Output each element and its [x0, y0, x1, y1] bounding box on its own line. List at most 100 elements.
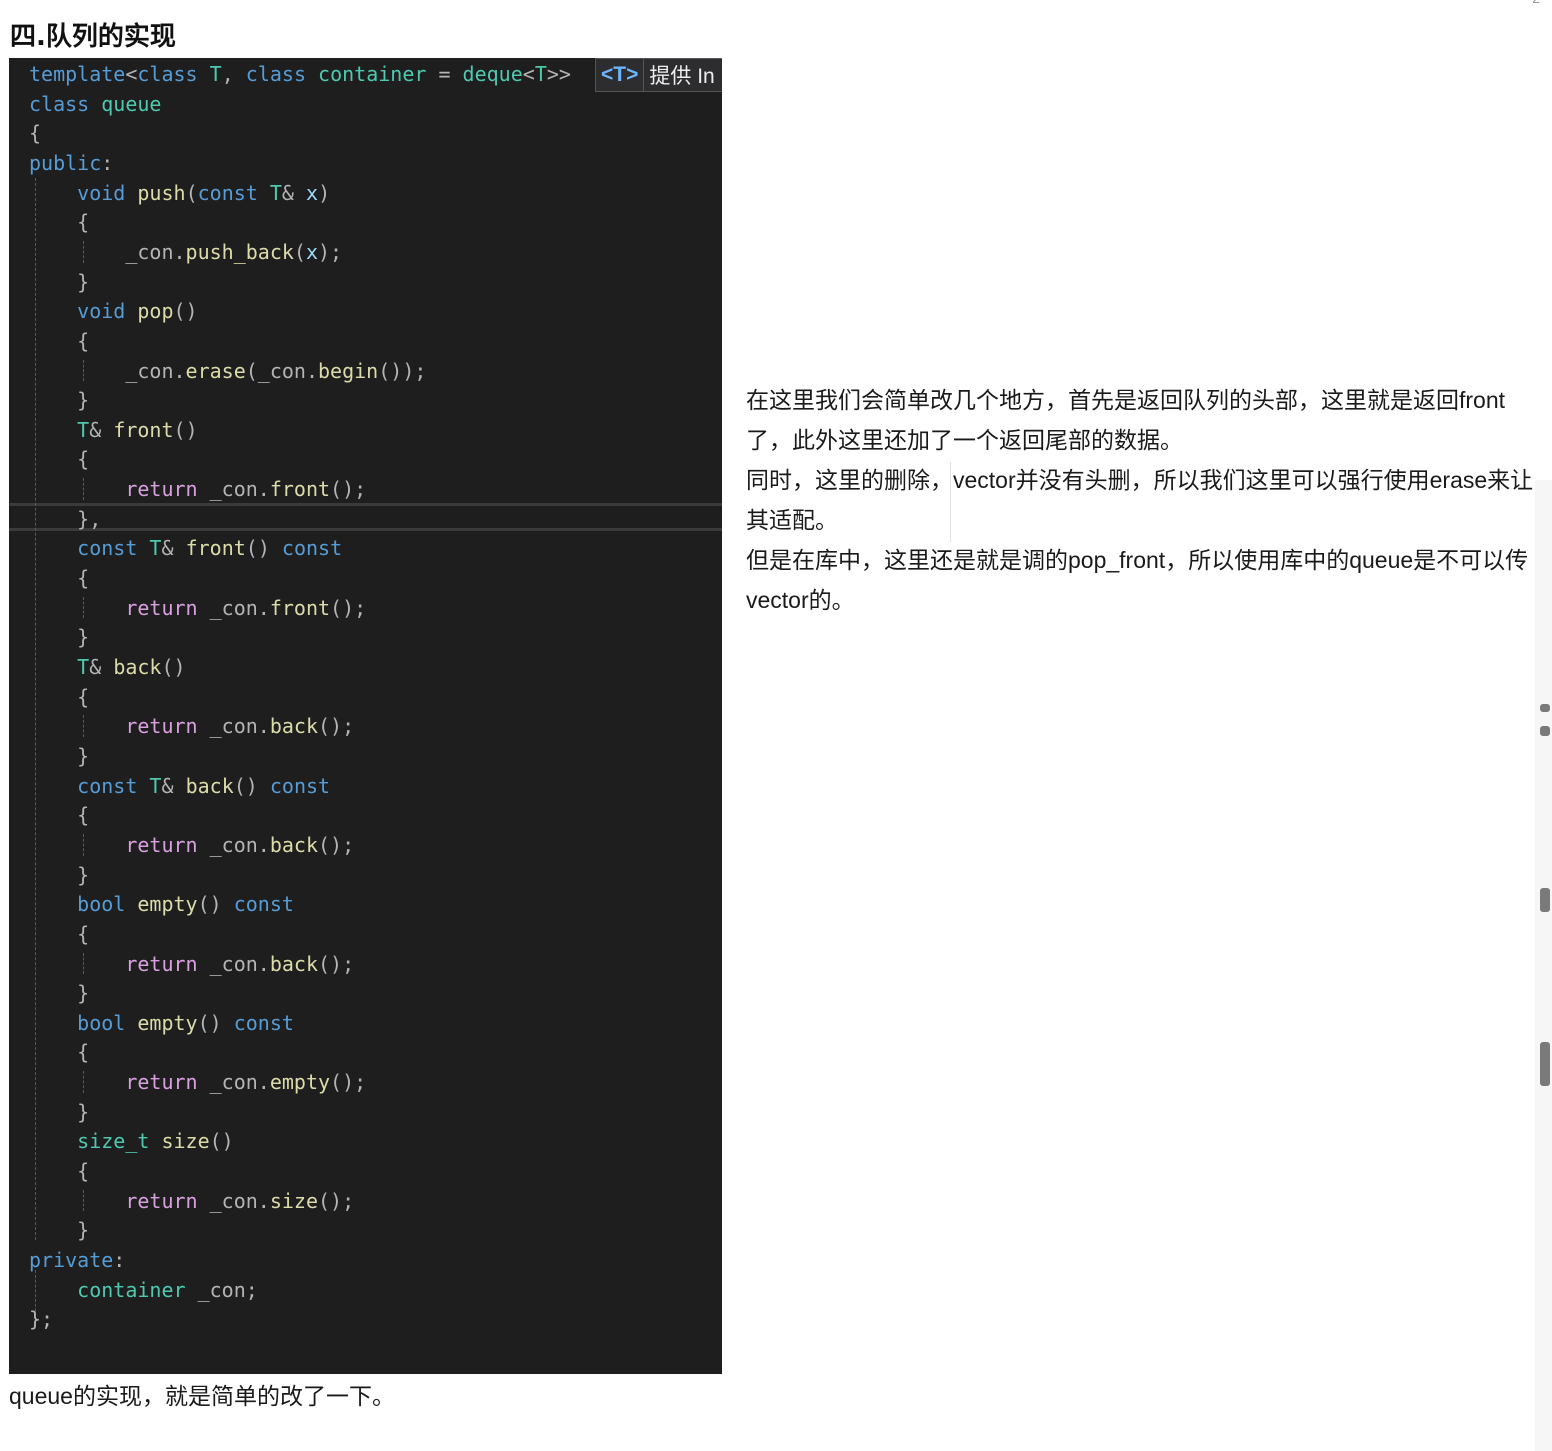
code-token: >> — [546, 62, 571, 86]
code-token: private — [29, 1248, 114, 1272]
code-token: class — [245, 62, 306, 86]
code-line: private: — [29, 1245, 125, 1275]
code-token: front — [269, 477, 331, 502]
scrollbar-thumb-3[interactable] — [1540, 888, 1550, 912]
code-token: _con; — [185, 1277, 258, 1302]
code-token: (); — [318, 714, 355, 739]
code-line: } — [29, 860, 89, 890]
code-line: const T& back() const — [29, 771, 330, 801]
code-token: { — [29, 447, 90, 472]
indent-guide-inner — [83, 1189, 84, 1212]
code-line: void pop() — [29, 296, 198, 326]
code-line: class queue — [29, 89, 161, 119]
code-token: ) — [318, 180, 331, 205]
top-edge-marker: 2 — [1532, 0, 1540, 6]
code-token: } — [29, 981, 90, 1006]
code-token: push_back — [185, 239, 294, 264]
code-token: { — [29, 921, 90, 946]
code-token: < — [522, 62, 535, 86]
indent-guide-inner — [83, 833, 84, 856]
code-line: return _con.back(); — [29, 949, 354, 979]
scrollbar-track[interactable] — [1535, 480, 1552, 1451]
code-token: () — [245, 536, 282, 561]
code-token: { — [29, 566, 90, 591]
line-highlight-bottom — [9, 528, 722, 531]
code-token: template — [29, 62, 126, 86]
hint-text: 提供 In — [649, 65, 715, 88]
code-line: { — [29, 682, 89, 712]
code-token: _con. — [197, 832, 270, 857]
code-token: const — [269, 773, 331, 798]
code-token: void — [77, 180, 126, 205]
code-token: _con. — [197, 714, 270, 739]
code-token: ()); — [378, 358, 427, 383]
code-token: { — [29, 328, 90, 353]
code-line: { — [29, 118, 41, 148]
code-line: bool empty() const — [29, 889, 294, 919]
code-token: x — [306, 180, 319, 205]
code-token: empty — [125, 892, 198, 917]
code-token: _con. — [197, 477, 270, 502]
code-token: _con. — [197, 1070, 270, 1095]
code-token: { — [29, 1159, 90, 1184]
scrollbar-thumb-4[interactable] — [1540, 1042, 1550, 1086]
code-token: (); — [330, 1070, 367, 1095]
code-line: T& back() — [29, 652, 185, 682]
code-line: } — [29, 1215, 89, 1245]
code-token: return — [125, 951, 198, 976]
code-token: < — [125, 62, 138, 86]
code-token: back — [269, 714, 318, 739]
code-line: } — [29, 741, 89, 771]
code-line: _con.push_back(x); — [29, 237, 342, 267]
code-token: queue — [89, 91, 162, 116]
code-token: () — [197, 1010, 234, 1035]
code-token: T — [534, 62, 547, 86]
code-token: { — [29, 1040, 90, 1065]
code-line: bool empty() const — [29, 1008, 294, 1038]
code-token: _con. — [197, 951, 270, 976]
code-token: begin — [318, 358, 379, 383]
intellisense-hint[interactable]: <T> 提供 In — [595, 58, 722, 92]
code-token: front — [113, 417, 174, 442]
code-line: { — [29, 207, 89, 237]
code-token: back — [185, 773, 234, 798]
code-token: (); — [318, 951, 355, 976]
code-token: _con. — [197, 1188, 270, 1213]
code-line: }, — [29, 504, 101, 534]
code-token: ( — [185, 180, 198, 205]
explanation-paragraph: 同时，这里的删除，vector并没有头删，所以我们这里可以强行使用erase来让… — [746, 467, 1534, 533]
code-token: } — [29, 625, 90, 650]
code-token: back — [269, 951, 318, 976]
code-token: const — [233, 1010, 294, 1035]
code-token: T — [77, 655, 90, 679]
code-line: return _con.size(); — [29, 1186, 354, 1216]
code-token: ); — [318, 239, 343, 264]
code-line: } — [29, 267, 89, 297]
code-token: back — [113, 655, 162, 679]
code-token: return — [125, 477, 198, 502]
scrollbar-thumb-2[interactable] — [1540, 726, 1550, 736]
code-token: size — [149, 1129, 210, 1154]
code-token: push — [125, 180, 186, 205]
code-token: container — [77, 1277, 186, 1302]
code-token: () — [173, 299, 198, 324]
explanation-paragraph: 但是在库中，这里还是就是调的pop_front，所以使用库中的queue是不可以… — [746, 547, 1529, 613]
scrollbar-thumb-1[interactable] — [1540, 704, 1550, 712]
indent-guide-inner — [83, 715, 84, 737]
code-token: () — [233, 773, 270, 798]
code-line: return _con.front(); — [29, 474, 366, 504]
code-token: & — [89, 655, 114, 679]
code-line: public: — [29, 148, 113, 178]
code-token: _con. — [29, 358, 186, 383]
code-token: T — [137, 773, 162, 798]
code-token: (); — [330, 477, 367, 502]
